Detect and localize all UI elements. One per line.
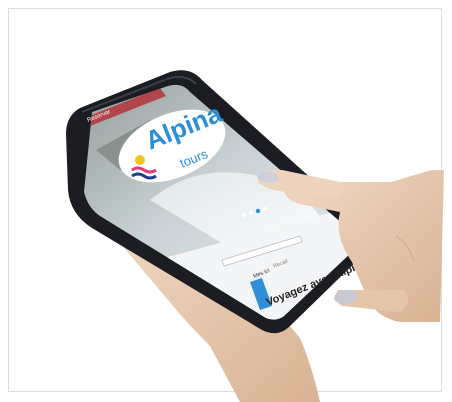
logo-sun-icon (135, 155, 145, 165)
carousel-dot[interactable] (262, 206, 268, 212)
carousel-dot[interactable] (255, 208, 261, 214)
carousel-dot[interactable] (241, 212, 247, 218)
carousel-dot[interactable] (248, 210, 254, 216)
phone-photo: Alpina tours Reservar Mes ici Recall Voy… (66, 70, 444, 402)
